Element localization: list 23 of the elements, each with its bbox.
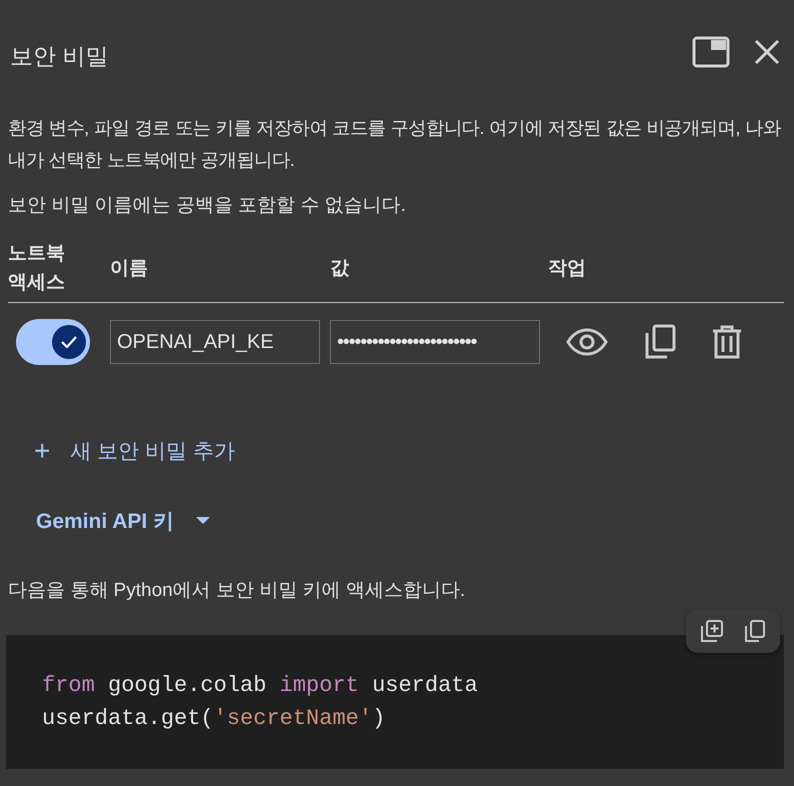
copy-icon[interactable] [644,324,676,360]
access-toggle[interactable] [16,319,90,365]
panel-title: 보안 비밀 [10,42,110,70]
caret-icon [196,517,210,525]
check-icon [61,336,77,348]
code-text: from google.colab import userdata userdata.get('secretName') [42,672,479,733]
name-field[interactable]: OPENAI_API_KE [110,320,320,364]
close-icon[interactable] [754,39,780,65]
trash-icon[interactable] [712,325,742,359]
column-header: 값 [330,256,350,280]
eye-icon[interactable] [566,328,608,356]
column-header: 작업 [548,256,587,280]
column-header: 노트북 액세스 [8,242,66,295]
description-text: 환경 변수, 파일 경로 또는 키를 저장하여 코드를 구성합니다. 여기에 저장된 값은 비공개되며, 나와 내가 선택한 노트북에만 공개됩니다. [7,116,782,172]
column-header: 이름 [110,256,149,280]
copy-icon[interactable] [744,619,766,643]
add-to-notebook-icon[interactable] [700,619,724,643]
value-field[interactable]: •••••••••••••••••••••••• [330,320,540,364]
window-icon[interactable] [692,36,730,68]
note-text: 보안 비밀 이름에는 공백을 포함할 수 없습니다. [7,194,407,218]
access-text: 다음을 통해 Python에서 보안 비밀 키에 액세스합니다. [7,579,466,603]
add-secret-button[interactable]: + 새 보안 비밀 추가 [26,429,243,473]
gemini-key-dropdown[interactable]: Gemini API 키 [28,501,218,541]
